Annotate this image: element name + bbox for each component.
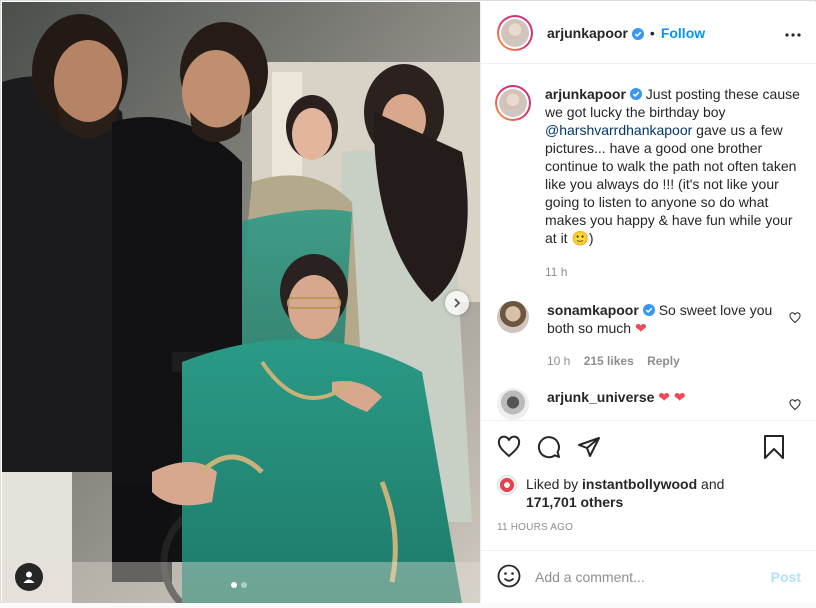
caption: arjunkapoor Just posting these cause we … bbox=[495, 85, 801, 281]
verified-badge-icon bbox=[631, 27, 644, 40]
likes-middle: and bbox=[697, 476, 725, 492]
comment-emoji: ❤ ❤ bbox=[658, 389, 686, 405]
comment-text: arjunk_universe ❤ ❤ bbox=[547, 388, 783, 406]
comment-username[interactable]: arjunk_universe bbox=[547, 389, 654, 405]
comment-like-heart-icon[interactable] bbox=[789, 398, 801, 414]
share-icon[interactable] bbox=[577, 435, 601, 459]
action-icons bbox=[497, 421, 801, 473]
likes-prefix: Liked by bbox=[526, 476, 583, 492]
comment-item: arjunk_universe ❤ ❤ bbox=[497, 388, 801, 420]
add-comment-bar: Post bbox=[481, 550, 816, 603]
caption-text: arjunkapoor Just posting these cause we … bbox=[545, 85, 801, 247]
comment-likes[interactable]: 215 likes bbox=[584, 354, 634, 368]
caption-meta: 11 h bbox=[545, 263, 801, 281]
post-photo[interactable] bbox=[2, 2, 480, 603]
caption-avatar[interactable] bbox=[495, 85, 531, 121]
comment-input[interactable] bbox=[535, 569, 771, 585]
more-horizontal-icon[interactable] bbox=[785, 24, 801, 40]
post-comment-button[interactable]: Post bbox=[771, 569, 801, 585]
comment-icon[interactable] bbox=[537, 435, 561, 459]
emoji-icon[interactable] bbox=[497, 564, 521, 591]
tagged-users-button[interactable] bbox=[15, 563, 43, 591]
bookmark-icon[interactable] bbox=[763, 435, 785, 462]
verified-badge-icon bbox=[629, 86, 642, 100]
post-photo-illustration bbox=[2, 2, 480, 603]
caption-body-end: gave us a few pictures... have a good on… bbox=[545, 122, 797, 246]
comment-avatar[interactable] bbox=[497, 301, 529, 333]
comment-avatar[interactable] bbox=[497, 388, 529, 420]
likes-summary: Liked by instantbollywood and 171,701 ot… bbox=[497, 475, 801, 511]
liker-username[interactable]: instantbollywood bbox=[582, 476, 697, 492]
carousel-dot bbox=[241, 582, 247, 588]
comment-emoji: ❤ bbox=[634, 320, 647, 336]
carousel-indicator bbox=[231, 582, 247, 588]
liker-avatar[interactable] bbox=[497, 475, 517, 495]
follow-button[interactable]: Follow bbox=[661, 25, 705, 41]
chevron-right-icon bbox=[452, 298, 462, 308]
comment-text: sonamkapoor So sweet love you both so mu… bbox=[547, 301, 783, 337]
carousel-next-button[interactable] bbox=[445, 291, 469, 315]
likes-count[interactable]: 171,701 others bbox=[526, 494, 623, 510]
reply-button[interactable]: Reply bbox=[647, 354, 680, 368]
comment-item: sonamkapoor So sweet love you both so mu… bbox=[497, 301, 801, 370]
post-dialog: arjunkapoor • Follow arjunkapoor Just po… bbox=[0, 0, 816, 603]
comments-list[interactable]: arjunkapoor Just posting these cause we … bbox=[481, 65, 816, 420]
verified-badge-icon bbox=[642, 302, 655, 316]
post-sidebar: arjunkapoor • Follow arjunkapoor Just po… bbox=[480, 2, 816, 603]
carousel-dot bbox=[231, 582, 237, 588]
caption-time[interactable]: 11 h bbox=[545, 265, 567, 279]
comment-time[interactable]: 10 h bbox=[547, 354, 570, 368]
user-icon bbox=[22, 570, 36, 584]
post-timestamp[interactable]: 11 HOURS AGO bbox=[497, 522, 801, 533]
heart-icon[interactable] bbox=[497, 435, 521, 459]
post-header: arjunkapoor • Follow bbox=[481, 2, 816, 64]
post-actions: Liked by instantbollywood and 171,701 ot… bbox=[481, 420, 816, 533]
author-avatar[interactable] bbox=[497, 14, 533, 51]
author-username[interactable]: arjunkapoor bbox=[547, 25, 628, 41]
caption-username[interactable]: arjunkapoor bbox=[545, 86, 626, 102]
header-separator: • bbox=[649, 24, 655, 41]
likes-text: Liked by instantbollywood and 171,701 ot… bbox=[526, 475, 724, 511]
comment-meta: 10 h 215 likes Reply bbox=[547, 352, 783, 370]
caption-mention[interactable]: @harshvarrdhankapoor bbox=[545, 122, 692, 138]
comment-username[interactable]: sonamkapoor bbox=[547, 302, 639, 318]
comment-like-heart-icon[interactable] bbox=[789, 311, 801, 327]
